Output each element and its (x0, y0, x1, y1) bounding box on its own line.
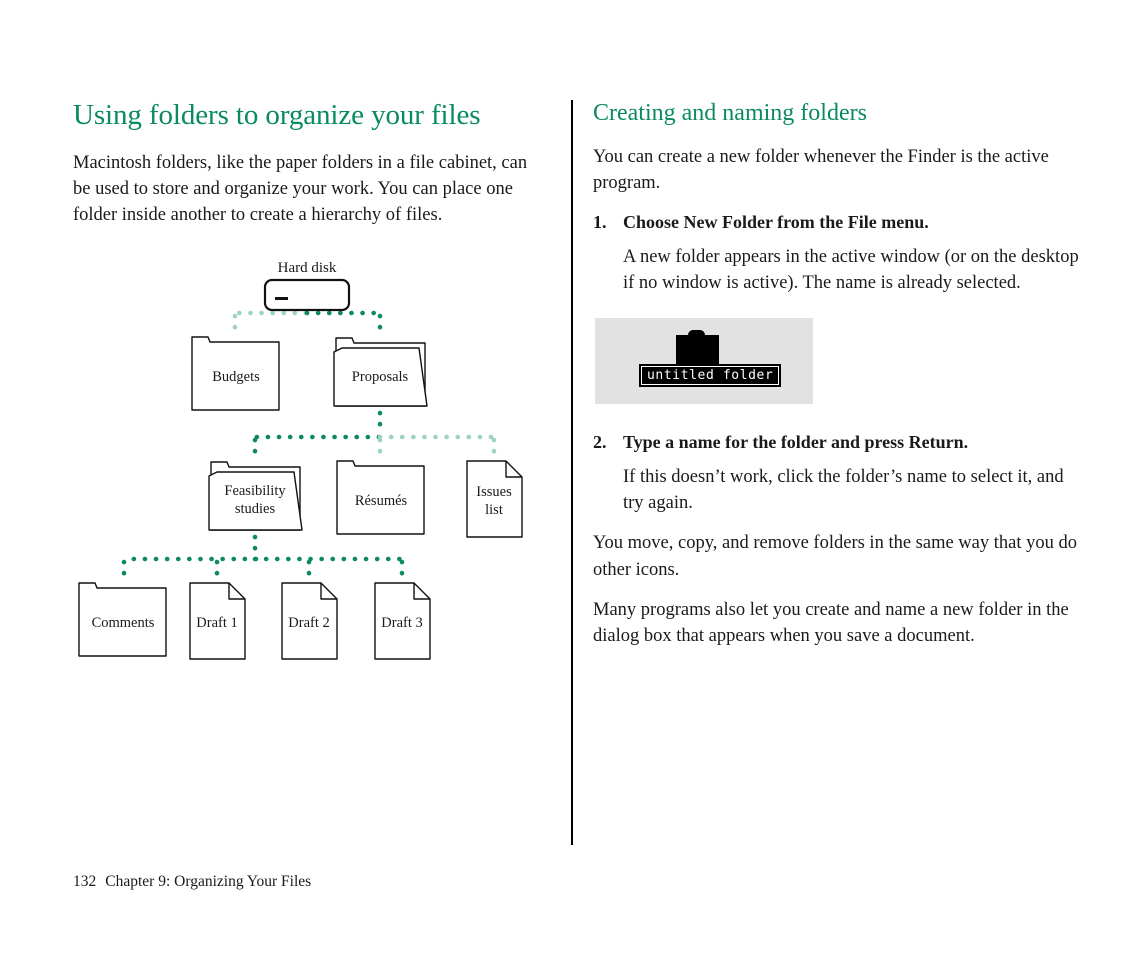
closing-paragraph-2: Many programs also let you create and na… (593, 599, 1069, 647)
node-label-feasibility-line2: studies (235, 501, 276, 517)
finder-screenshot-figure: untitled folder (595, 318, 813, 405)
node-label-resumes: Résumés (355, 493, 408, 509)
intro-paragraph: Macintosh folders, like the paper folder… (73, 152, 528, 226)
node-issues-list: Issues list (466, 460, 523, 538)
intro-paragraph-right: You can create a new folder whenever the… (593, 146, 1049, 193)
mac-filename-text: untitled folder (642, 367, 779, 385)
page-footer: 132 Chapter 9: Organizing Your Files (73, 873, 311, 891)
node-draft3: Draft 3 (374, 582, 431, 660)
node-draft1: Draft 1 (189, 582, 246, 660)
footer-chapter-title: Chapter 9: Organizing Your Files (105, 873, 312, 890)
node-label-draft2: Draft 2 (288, 615, 329, 631)
step-2-heading: Type a name for the folder and press Ret… (623, 432, 969, 453)
node-draft2: Draft 2 (281, 582, 338, 660)
mac-folder-body (676, 335, 719, 366)
node-label-draft1: Draft 1 (196, 615, 237, 631)
node-budgets: Budgets (191, 336, 280, 411)
left-column: Using folders to organize your files Mac… (73, 99, 543, 243)
node-label-draft3: Draft 3 (381, 615, 422, 631)
step-1: 1. Choose New Folder from the File menu. (593, 210, 1083, 236)
node-feasibility: Feasibility studies (208, 461, 303, 531)
node-label-issues-line2: list (485, 502, 503, 518)
column-divider (571, 100, 573, 845)
mac-filename-border: untitled folder (641, 366, 780, 386)
node-comments: Comments (78, 582, 167, 657)
step-2-body: If this doesn’t work, click the folder’s… (623, 466, 1064, 514)
footer-page-number: 132 (73, 873, 97, 890)
mac-filename-label: untitled folder (639, 364, 782, 388)
folder-hierarchy-diagram: Hard disk Budgets Proposals Feasibility … (73, 250, 543, 680)
node-proposals: Proposals (333, 337, 428, 407)
hard-disk-caption: Hard disk (278, 260, 337, 276)
step-2-number: 2. (593, 432, 607, 453)
mac-folder-icon (676, 330, 719, 366)
node-label-budgets: Budgets (212, 369, 260, 385)
node-label-proposals: Proposals (352, 369, 409, 385)
node-label-comments: Comments (92, 615, 155, 631)
closing-paragraph-1: You move, copy, and remove folders in th… (593, 533, 1077, 580)
node-resumes: Résumés (336, 460, 425, 535)
right-column: Creating and naming folders You can crea… (593, 100, 1083, 663)
hard-disk-icon (263, 278, 351, 312)
step-1-number: 1. (593, 212, 607, 233)
node-label-issues-line1: Issues (476, 484, 512, 500)
step-1-body: A new folder appears in the active windo… (623, 246, 1079, 293)
page-title: Using folders to organize your files (73, 99, 481, 131)
step-1-heading: Choose New Folder from the File menu. (623, 212, 929, 233)
node-label-feasibility-line1: Feasibility (224, 483, 286, 499)
step-2: 2. Type a name for the folder and press … (593, 430, 1083, 456)
document-page: Using folders to organize your files Mac… (0, 0, 1145, 954)
subsection-title: Creating and naming folders (593, 100, 867, 126)
